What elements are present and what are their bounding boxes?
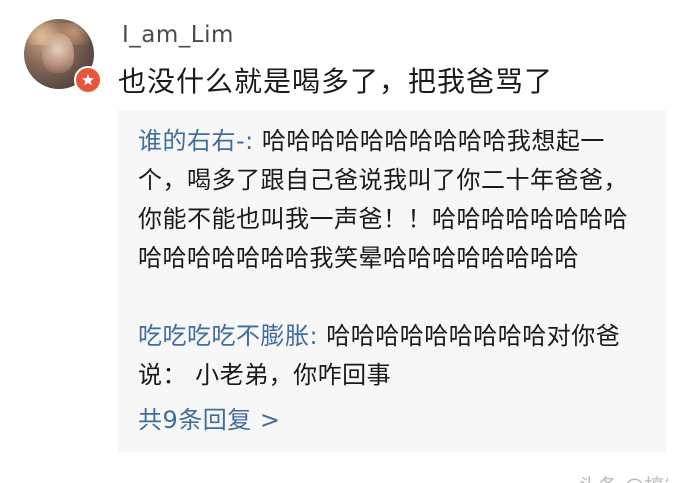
more-replies-link[interactable]: 共9条回复 >: [138, 400, 281, 435]
replies-panel: 谁的右右-: 哈哈哈哈哈哈哈哈哈哈我想起一个，喝多了跟自己爸说我叫了你二十年爸爸…: [118, 110, 666, 452]
reply-author[interactable]: 吃吃吃吃不膨胀:: [138, 322, 318, 350]
star-icon: [82, 74, 94, 86]
reply-item: 谁的右右-: 哈哈哈哈哈哈哈哈哈哈我想起一个，喝多了跟自己爸说我叫了你二十年爸爸…: [138, 122, 638, 278]
watermark: 头条 @搞笑: [578, 470, 668, 483]
verified-star-badge-icon: [74, 66, 102, 94]
reply-item: 吃吃吃吃不膨胀: 哈哈哈哈哈哈哈哈哈对你爸说： 小老弟，你咋回事: [138, 317, 638, 395]
reply-author[interactable]: 谁的右右-:: [138, 127, 254, 155]
avatar[interactable]: [24, 19, 102, 94]
comment-card: I_am_Lim 也没什么就是喝多了，把我爸骂了 谁的右右-: 哈哈哈哈哈哈哈哈…: [0, 0, 690, 483]
comment-text: 也没什么就是喝多了，把我爸骂了: [118, 65, 554, 98]
username[interactable]: I_am_Lim: [122, 22, 234, 48]
